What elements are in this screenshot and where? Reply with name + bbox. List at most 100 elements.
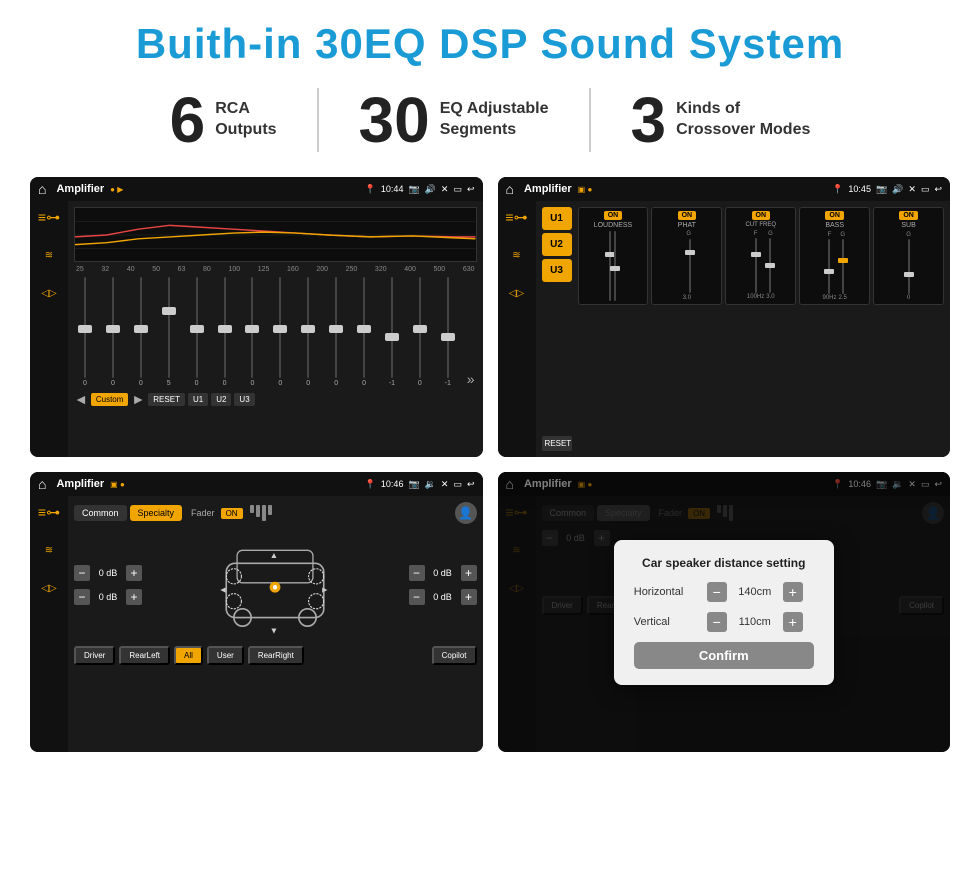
eq-sidebar-icon-1[interactable]: ≡⊶ xyxy=(37,207,61,227)
eq-slider-5[interactable]: 0 xyxy=(216,277,234,387)
cross-camera-icon: 📷 xyxy=(408,479,419,490)
cross-minus-tl[interactable]: − xyxy=(74,565,90,581)
cutfreq-label: CUT FREQ xyxy=(745,222,776,228)
eq-slider-8[interactable]: 0 xyxy=(299,277,317,387)
back-icon[interactable]: ↩ xyxy=(467,184,475,195)
eq-slider-line-1 xyxy=(112,277,114,378)
cross-minus-tr[interactable]: − xyxy=(409,565,425,581)
loudness-slider-2[interactable] xyxy=(614,231,616,301)
eq-sidebar-icon-2[interactable]: ≋ xyxy=(37,245,61,265)
cross-minus-br[interactable]: − xyxy=(409,589,425,605)
amp-u3-label[interactable]: U3 xyxy=(542,259,572,282)
cutfreq-on-badge[interactable]: ON xyxy=(752,211,771,220)
all-button[interactable]: All xyxy=(174,646,203,665)
cross-right-controls: − 0 dB + − 0 dB + xyxy=(409,565,477,605)
bass-slider-g[interactable] xyxy=(842,239,844,294)
cross-minus-bl[interactable]: − xyxy=(74,589,90,605)
user-button[interactable]: User xyxy=(207,646,244,665)
sub-on-badge[interactable]: ON xyxy=(899,211,918,220)
cross-dots: ▣ ● xyxy=(110,480,125,489)
rearleft-button[interactable]: RearLeft xyxy=(119,646,170,665)
amp-back-icon[interactable]: ↩ xyxy=(934,184,942,195)
stat-crossover: 3 Kinds of Crossover Modes xyxy=(591,88,851,152)
amp-u2-label[interactable]: U2 xyxy=(542,233,572,256)
amp-sidebar-icon-3[interactable]: ◁▷ xyxy=(505,283,529,303)
eq-slider-13[interactable]: -1 xyxy=(439,277,457,387)
cutfreq-slider-g[interactable] xyxy=(769,238,771,293)
bass-slider-f[interactable] xyxy=(828,239,830,294)
common-tab-button[interactable]: Common xyxy=(74,505,127,521)
eq-slider-12[interactable]: 0 xyxy=(411,277,429,387)
eq-sliders[interactable]: 0 0 0 5 xyxy=(74,277,477,387)
eq-next-icon[interactable]: ► xyxy=(131,391,145,407)
cross-row-bl: − 0 dB + xyxy=(74,589,142,605)
eq-slider-11[interactable]: -1 xyxy=(383,277,401,387)
eq-u2-button[interactable]: U2 xyxy=(211,393,231,406)
confirm-button[interactable]: Confirm xyxy=(634,642,814,669)
eq-sidebar-icon-3[interactable]: ◁▷ xyxy=(37,283,61,303)
amp-close-icon[interactable]: ✕ xyxy=(908,184,916,195)
driver-button[interactable]: Driver xyxy=(74,646,115,665)
dialog-horizontal-row: Horizontal − 140cm + xyxy=(634,582,814,602)
dialog-horizontal-minus[interactable]: − xyxy=(707,582,727,602)
user-avatar-icon[interactable]: 👤 xyxy=(455,502,477,524)
eq-slider-0[interactable]: 0 xyxy=(76,277,94,387)
eq-slider-line-11 xyxy=(391,277,393,378)
amp-time: 10:45 xyxy=(848,184,871,194)
cross-left-controls: − 0 dB + − 0 dB + xyxy=(74,565,142,605)
eq-slider-9[interactable]: 0 xyxy=(327,277,345,387)
eq-slider-4[interactable]: 0 xyxy=(188,277,206,387)
amp-status-bar: ⌂ Amplifier ▣ ● 📍 10:45 📷 🔊 ✕ ▭ ↩ xyxy=(498,177,951,201)
cross-home-icon[interactable]: ⌂ xyxy=(38,476,46,492)
cross-sidebar-icon-1[interactable]: ≡⊶ xyxy=(37,502,61,522)
amp-sidebar-icon-1[interactable]: ≡⊶ xyxy=(505,207,529,227)
eq-slider-1[interactable]: 0 xyxy=(104,277,122,387)
camera-icon: 📷 xyxy=(408,184,419,195)
eq-prev-icon[interactable]: ◄ xyxy=(74,391,88,407)
close-icon[interactable]: ✕ xyxy=(441,184,449,195)
expand-arrows[interactable]: » xyxy=(467,371,475,387)
stats-row: 6 RCA Outputs 30 EQ Adjustable Segments … xyxy=(30,88,950,152)
eq-sidebar: ≡⊶ ≋ ◁▷ xyxy=(30,201,68,457)
amp-home-icon[interactable]: ⌂ xyxy=(506,181,514,197)
bass-on-badge[interactable]: ON xyxy=(825,211,844,220)
eq-reset-button[interactable]: RESET xyxy=(148,393,185,406)
specialty-tab-button[interactable]: Specialty xyxy=(130,505,183,521)
amp-reset-button[interactable]: RESET xyxy=(542,436,572,451)
eq-slider-line-13 xyxy=(447,277,449,378)
phat-slider[interactable] xyxy=(689,239,691,293)
eq-u1-button[interactable]: U1 xyxy=(188,393,208,406)
dialog-vertical-minus[interactable]: − xyxy=(707,612,727,632)
svg-text:▲: ▲ xyxy=(270,550,279,560)
fader-on-badge[interactable]: ON xyxy=(221,508,243,519)
eq-custom-button[interactable]: Custom xyxy=(91,393,129,406)
eq-slider-10[interactable]: 0 xyxy=(355,277,373,387)
phat-on-badge[interactable]: ON xyxy=(678,211,697,220)
cross-plus-tl[interactable]: + xyxy=(126,565,142,581)
eq-slider-3[interactable]: 5 xyxy=(160,277,178,387)
cross-plus-bl[interactable]: + xyxy=(126,589,142,605)
cross-sidebar-icon-2[interactable]: ≋ xyxy=(37,540,61,560)
eq-slider-2[interactable]: 0 xyxy=(132,277,150,387)
cross-back-icon[interactable]: ↩ xyxy=(467,479,475,490)
dialog-vertical-plus[interactable]: + xyxy=(783,612,803,632)
rearright-button[interactable]: RearRight xyxy=(248,646,304,665)
stat-number-crossover: 3 xyxy=(631,88,667,152)
amp-sidebar-icon-2[interactable]: ≋ xyxy=(505,245,529,265)
cross-close-icon[interactable]: ✕ xyxy=(441,479,449,490)
eq-slider-line-8 xyxy=(307,277,309,378)
cutfreq-slider-f[interactable] xyxy=(755,238,757,293)
eq-u3-button[interactable]: U3 xyxy=(234,393,254,406)
cross-plus-tr[interactable]: + xyxy=(461,565,477,581)
cross-plus-br[interactable]: + xyxy=(461,589,477,605)
dialog-horizontal-plus[interactable]: + xyxy=(783,582,803,602)
amp-u1-label[interactable]: U1 xyxy=(542,207,572,230)
sub-slider[interactable] xyxy=(908,239,910,294)
screenshots-grid: ⌂ Amplifier ● ▶ 📍 10:44 📷 🔊 ✕ ▭ ↩ ≡⊶ ≋ xyxy=(30,177,950,752)
eq-slider-7[interactable]: 0 xyxy=(271,277,289,387)
cross-sidebar-icon-3[interactable]: ◁▷ xyxy=(37,578,61,598)
copilot-button[interactable]: Copilot xyxy=(432,646,477,665)
loudness-on-badge[interactable]: ON xyxy=(604,211,623,220)
eq-slider-6[interactable]: 0 xyxy=(243,277,261,387)
home-icon[interactable]: ⌂ xyxy=(38,181,46,197)
